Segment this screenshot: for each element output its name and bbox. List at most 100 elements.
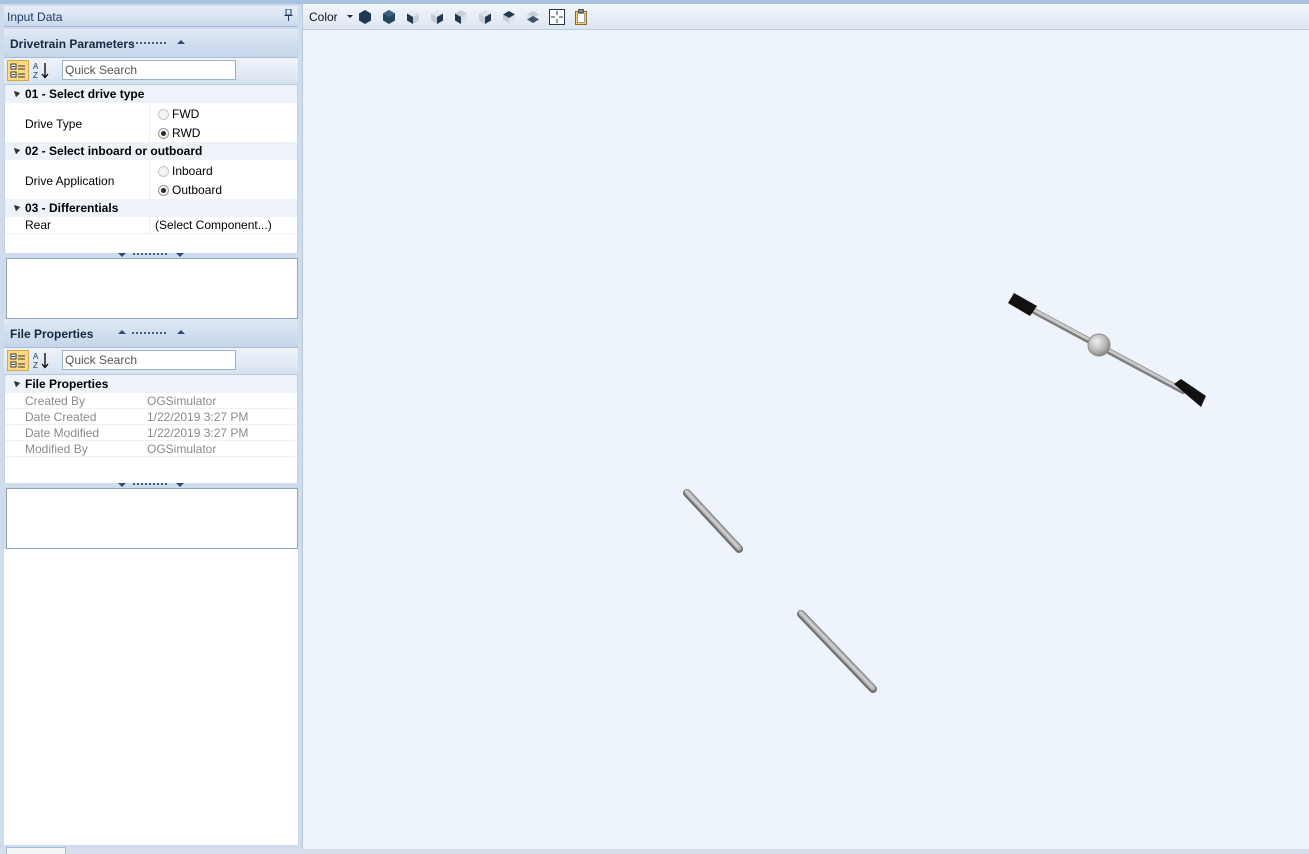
property-grid-toolbar: A Z bbox=[4, 348, 298, 375]
radio-rwd[interactable]: RWD bbox=[158, 126, 200, 140]
svg-text:A: A bbox=[33, 62, 39, 71]
category-title: 01 - Select drive type bbox=[25, 87, 145, 101]
view-top-icon[interactable] bbox=[501, 9, 517, 25]
categorized-icon bbox=[10, 63, 25, 78]
view-right-icon[interactable] bbox=[477, 9, 493, 25]
drivetrain-3d-scene[interactable] bbox=[303, 30, 1309, 849]
property-name: Date Modified bbox=[25, 426, 100, 440]
property-row-created-by: Created By OGSimulator bbox=[5, 393, 297, 409]
property-name: Rear bbox=[25, 218, 52, 232]
drivetrain-parameters-header[interactable]: Drivetrain Parameters bbox=[4, 29, 298, 58]
property-row-modified-by: Modified By OGSimulator bbox=[5, 441, 297, 457]
sort-az-icon: A Z bbox=[33, 62, 49, 80]
categorized-icon bbox=[10, 353, 25, 368]
category-title: 03 - Differentials bbox=[25, 201, 119, 215]
radio-outboard[interactable]: Outboard bbox=[158, 183, 222, 197]
property-row-drive-application: Drive Application Inboard Outboard bbox=[5, 161, 297, 200]
viewport-toolbar: Color bbox=[303, 4, 1309, 30]
splitter-grip[interactable] bbox=[133, 253, 167, 255]
select-component-value[interactable]: (Select Component...) bbox=[155, 218, 272, 232]
property-name: Created By bbox=[25, 394, 86, 408]
collapse-arrow-icon[interactable] bbox=[177, 330, 185, 334]
radio-inboard[interactable]: Inboard bbox=[158, 164, 213, 178]
dock-title: Input Data bbox=[7, 10, 63, 24]
input-data-dock: Input Data Drivetrain Parameters A Z Qui… bbox=[0, 4, 302, 854]
rear-shaft-model[interactable] bbox=[797, 610, 877, 693]
quick-search-input[interactable] bbox=[62, 60, 236, 80]
section-title: File Properties bbox=[10, 327, 94, 341]
view-front-icon[interactable] bbox=[405, 9, 421, 25]
expand-down-arrow-icon[interactable] bbox=[118, 253, 126, 257]
front-shaft-model[interactable] bbox=[683, 489, 743, 553]
radio-label: FWD bbox=[172, 107, 200, 121]
radio-button[interactable] bbox=[158, 109, 169, 121]
categorized-view-button[interactable] bbox=[7, 350, 29, 371]
property-row-date-modified: Date Modified 1/22/2019 3:27 PM bbox=[5, 425, 297, 441]
property-value: 1/22/2019 3:27 PM bbox=[147, 410, 249, 424]
property-row-date-created: Date Created 1/22/2019 3:27 PM bbox=[5, 409, 297, 425]
3d-viewport[interactable]: Color bbox=[302, 4, 1309, 849]
drivetrain-property-grid: 01 - Select drive type Drive Type FWD RW… bbox=[4, 85, 298, 253]
column-separator bbox=[149, 104, 150, 142]
property-value: 1/22/2019 3:27 PM bbox=[147, 426, 249, 440]
sort-az-icon: A Z bbox=[33, 352, 49, 370]
category-differentials[interactable]: 03 - Differentials bbox=[5, 199, 297, 217]
radio-label: Inboard bbox=[172, 164, 213, 178]
categorized-view-button[interactable] bbox=[7, 60, 29, 81]
radio-label: RWD bbox=[172, 126, 201, 140]
category-drive-type[interactable]: 01 - Select drive type bbox=[5, 85, 297, 103]
expand-triangle-icon[interactable] bbox=[11, 202, 21, 212]
chevron-down-icon[interactable] bbox=[347, 15, 353, 18]
radio-fwd[interactable]: FWD bbox=[158, 107, 199, 121]
column-separator bbox=[149, 217, 150, 233]
view-cube-icon[interactable] bbox=[381, 9, 397, 25]
splitter-grip[interactable] bbox=[133, 483, 167, 485]
svg-text:Z: Z bbox=[33, 71, 38, 80]
fit-view-icon[interactable] bbox=[549, 9, 565, 25]
rear-axle-model[interactable] bbox=[1008, 293, 1206, 407]
collapse-arrow-icon[interactable] bbox=[177, 40, 185, 44]
expand-triangle-icon[interactable] bbox=[11, 145, 21, 155]
radio-button[interactable] bbox=[158, 128, 169, 140]
dock-bottom-tab[interactable] bbox=[6, 847, 66, 854]
clipboard-icon[interactable] bbox=[573, 9, 589, 25]
category-drive-application[interactable]: 02 - Select inboard or outboard bbox=[5, 142, 297, 160]
splitter-grip[interactable] bbox=[132, 332, 166, 334]
collapse-arrow-icon[interactable] bbox=[118, 330, 126, 334]
pin-icon[interactable] bbox=[284, 9, 293, 21]
view-back-icon[interactable] bbox=[429, 9, 445, 25]
color-dropdown-button[interactable]: Color bbox=[309, 10, 338, 24]
property-name: Drive Type bbox=[25, 117, 83, 131]
alphabetical-sort-button[interactable]: A Z bbox=[31, 350, 53, 371]
expand-triangle-icon[interactable] bbox=[11, 88, 21, 98]
category-file-properties[interactable]: File Properties bbox=[5, 375, 297, 393]
expand-triangle-icon[interactable] bbox=[11, 378, 21, 388]
property-name: Date Created bbox=[25, 410, 97, 424]
svg-text:A: A bbox=[33, 352, 39, 361]
quick-search-input[interactable] bbox=[62, 350, 236, 370]
property-row-drive-type: Drive Type FWD RWD bbox=[5, 104, 297, 143]
view-left-icon[interactable] bbox=[453, 9, 469, 25]
radio-button[interactable] bbox=[158, 166, 169, 178]
right-tire-shape[interactable] bbox=[1174, 379, 1206, 407]
column-separator bbox=[149, 161, 150, 199]
file-properties-description-box bbox=[6, 488, 298, 549]
file-properties-header[interactable]: File Properties bbox=[4, 319, 298, 348]
expand-down-arrow-icon[interactable] bbox=[176, 253, 184, 257]
expand-down-arrow-icon[interactable] bbox=[176, 483, 184, 487]
drivetrain-description-box bbox=[6, 258, 298, 319]
property-name: Drive Application bbox=[25, 174, 115, 188]
differential-shape[interactable] bbox=[1087, 333, 1111, 357]
view-bottom-icon[interactable] bbox=[525, 9, 541, 25]
dock-empty-area bbox=[4, 549, 298, 845]
view-cube-icon[interactable] bbox=[357, 9, 373, 25]
category-title: 02 - Select inboard or outboard bbox=[25, 144, 203, 158]
radio-button[interactable] bbox=[158, 185, 169, 197]
category-title: File Properties bbox=[25, 377, 109, 391]
svg-text:Z: Z bbox=[33, 361, 38, 370]
splitter-grip[interactable] bbox=[132, 42, 166, 44]
alphabetical-sort-button[interactable]: A Z bbox=[31, 60, 53, 81]
radio-label: Outboard bbox=[172, 183, 223, 197]
expand-down-arrow-icon[interactable] bbox=[118, 483, 126, 487]
property-row-rear[interactable]: Rear (Select Component...) bbox=[5, 217, 297, 234]
